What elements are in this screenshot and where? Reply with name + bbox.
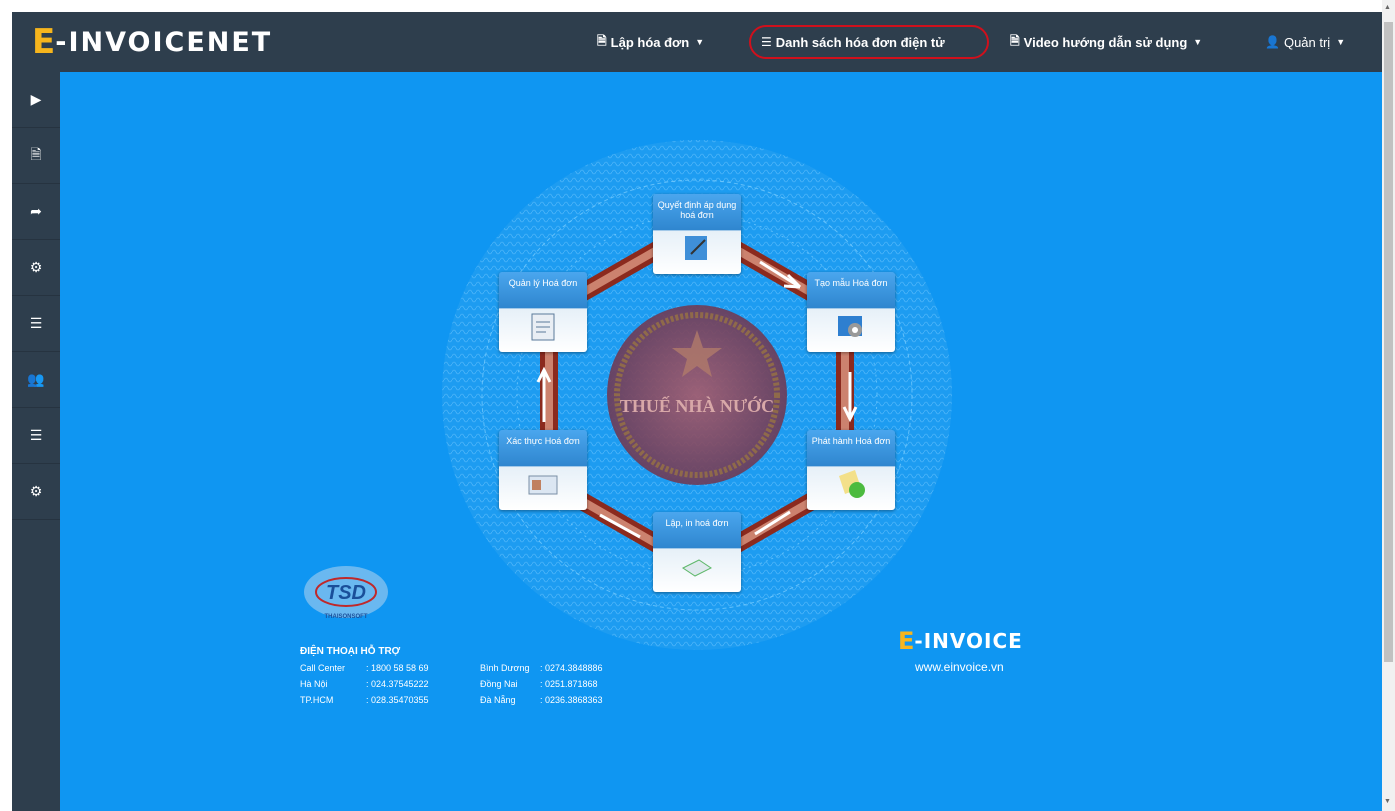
scroll-down-icon[interactable]: ▼ xyxy=(1384,798,1391,805)
support-line: Call Center: 1800 58 58 69 xyxy=(300,663,429,673)
play-icon: ▶ xyxy=(30,91,42,107)
caret-down-icon: ▼ xyxy=(695,37,705,47)
step-quyet-dinh-label: Quyết định áp dụng hoá đơn xyxy=(657,200,737,220)
support-left-list: Call Center: 1800 58 58 69 Hà Nội: 024.3… xyxy=(300,660,429,708)
caret-down-icon: ▼ xyxy=(1336,37,1346,47)
logo-text: -INVOICENET xyxy=(55,26,273,58)
sidebar: ▶ 🗎 ➦ ⚙ ☰ 👥 ☰ ⚙ xyxy=(12,72,60,811)
scrollbar-thumb[interactable] xyxy=(1384,22,1393,662)
print-icon xyxy=(682,559,712,577)
step-lap-in-label: Lập, in hoá đơn xyxy=(665,518,729,528)
sidebar-item-list[interactable]: ☰ xyxy=(12,296,60,352)
process-diagram: THUẾ NHÀ NƯỚC xyxy=(442,140,952,650)
support-line: Đồng Nai: 0251.871868 xyxy=(480,679,598,689)
sidebar-item-documents[interactable]: 🗎 xyxy=(12,128,60,184)
list-icon: ☰ xyxy=(29,315,43,331)
step-phat-hanh-label: Phát hành Hoá đơn xyxy=(811,436,891,446)
sidebar-item-users[interactable]: 👥 xyxy=(12,352,60,408)
support-line: TP.HCM: 028.35470355 xyxy=(300,695,429,705)
scrollbar[interactable]: ▲ ▼ xyxy=(1382,0,1395,811)
manage-icon xyxy=(531,313,555,341)
list-icon: ☰ xyxy=(29,427,43,443)
sidebar-item-list-2[interactable]: ☰ xyxy=(12,408,60,464)
step-quyet-dinh[interactable]: Quyết định áp dụng hoá đơn xyxy=(653,194,741,274)
top-strip xyxy=(0,0,1395,12)
support-right-list: Bình Dương: 0274.3848886 Đồng Nai: 0251.… xyxy=(480,660,603,708)
main-content: THUẾ NHÀ NƯỚC Quyết định áp dụng hoá đơn… xyxy=(60,72,1382,811)
step-lap-in[interactable]: Lập, in hoá đơn xyxy=(653,512,741,592)
scroll-up-icon[interactable]: ▲ xyxy=(1384,4,1391,11)
state-seal: THUẾ NHÀ NƯỚC xyxy=(607,305,787,485)
menu-video-guide[interactable]: 🗎 Video hướng dẫn sử dụng ▼ xyxy=(1010,12,1202,72)
support-line: Hà Nội: 024.37545222 xyxy=(300,679,429,689)
step-phat-hanh[interactable]: Phát hành Hoá đơn xyxy=(807,430,895,510)
menu-video-guide-label: Video hướng dẫn sử dụng xyxy=(1023,34,1188,50)
sidebar-item-share[interactable]: ➦ xyxy=(12,184,60,240)
cogs-icon: ⚙ xyxy=(29,259,43,275)
highlight-oval xyxy=(749,25,989,59)
tsd-logo: TSD THAISONSOFT xyxy=(300,564,392,624)
step-tao-mau-label: Tạo mẫu Hoá đơn xyxy=(814,278,888,288)
tsd-logo-text: TSD xyxy=(326,582,366,604)
step-xac-thuc[interactable]: Xác thực Hoá đơn xyxy=(499,430,587,510)
app-logo[interactable]: E -INVOICENET xyxy=(32,22,273,62)
menu-create-invoice-label: Lập hóa đơn xyxy=(610,34,690,50)
caret-down-icon: ▼ xyxy=(1193,37,1203,47)
step-tao-mau[interactable]: Tạo mẫu Hoá đơn xyxy=(807,272,895,352)
einvoice-logo: E -INVOICE xyxy=(898,627,1023,655)
file-icon: 🗎 xyxy=(1010,33,1020,48)
file-icon: 🗎 xyxy=(597,33,607,48)
sidebar-item-settings[interactable]: ⚙ xyxy=(12,240,60,296)
cogs-icon: ⚙ xyxy=(29,483,43,499)
navbar: E -INVOICENET 🗎 Lập hóa đơn ▼ ☰ Danh sách hó… xyxy=(12,12,1382,72)
support-line: Bình Dương: 0274.3848886 xyxy=(480,663,603,673)
user-icon: 👤 xyxy=(1265,35,1280,49)
logo-e: E xyxy=(32,22,56,62)
decision-icon xyxy=(685,236,707,260)
seal-text: THUẾ NHÀ NƯỚC xyxy=(620,395,774,416)
sidebar-item-settings-2[interactable]: ⚙ xyxy=(12,464,60,520)
users-icon: 👥 xyxy=(27,371,45,387)
id-card-icon xyxy=(528,475,558,495)
publish-icon xyxy=(839,470,865,498)
sidebar-toggle[interactable]: ▶ xyxy=(12,72,60,128)
share-icon: ➦ xyxy=(30,203,42,219)
einvoice-url[interactable]: www.einvoice.vn xyxy=(915,660,1004,674)
tsd-logo-sub: THAISONSOFT xyxy=(325,614,368,620)
step-quan-ly-label: Quản lý Hoá đơn xyxy=(508,278,578,288)
menu-create-invoice[interactable]: 🗎 Lập hóa đơn ▼ xyxy=(597,12,704,72)
file-icon: 🗎 xyxy=(30,145,42,162)
menu-admin[interactable]: 👤 Quản trị ▼ xyxy=(1265,12,1345,72)
step-xac-thuc-label: Xác thực Hoá đơn xyxy=(506,436,580,446)
support-line: Đà Nẵng: 0236.3868363 xyxy=(480,695,603,705)
menu-admin-label: Quản trị xyxy=(1283,34,1331,50)
support-heading: ĐIỆN THOẠI HỖ TRỢ xyxy=(300,646,401,657)
template-icon xyxy=(838,316,862,337)
step-quan-ly[interactable]: Quản lý Hoá đơn xyxy=(499,272,587,352)
